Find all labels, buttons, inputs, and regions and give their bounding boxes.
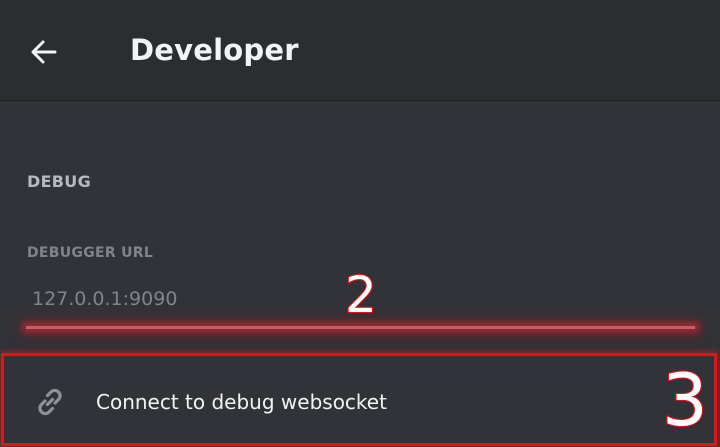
annotation-marker-2: 2 (344, 266, 378, 324)
annotation-marker-3: 3 (661, 358, 709, 442)
arrow-left-icon (31, 40, 57, 64)
back-button[interactable] (24, 32, 64, 72)
debugger-url-label: DEBUGGER URL (27, 245, 154, 261)
section-header-debug: DEBUG (27, 172, 92, 191)
developer-settings-screen: Developer DEBUG DEBUGGER URL 2 Connect t… (0, 0, 720, 447)
link-icon (32, 384, 68, 420)
connect-debug-websocket-label: Connect to debug websocket (96, 390, 387, 414)
top-bar: Developer (0, 0, 720, 101)
connect-debug-websocket-button[interactable]: Connect to debug websocket (1, 353, 717, 446)
page-title: Developer (130, 33, 299, 67)
input-focus-underline (26, 326, 695, 329)
